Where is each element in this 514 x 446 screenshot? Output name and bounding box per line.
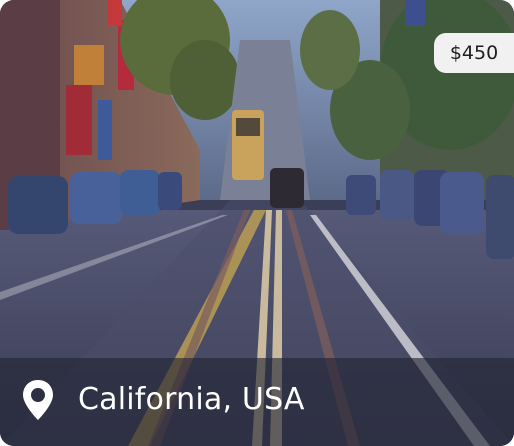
location-bar: California, USA: [0, 358, 514, 446]
destination-card[interactable]: $450 California, USA: [0, 0, 514, 446]
price-badge: $450: [434, 33, 514, 73]
price-label: $450: [449, 42, 499, 64]
map-pin-icon: [23, 380, 53, 420]
location-label: California, USA: [78, 382, 305, 417]
